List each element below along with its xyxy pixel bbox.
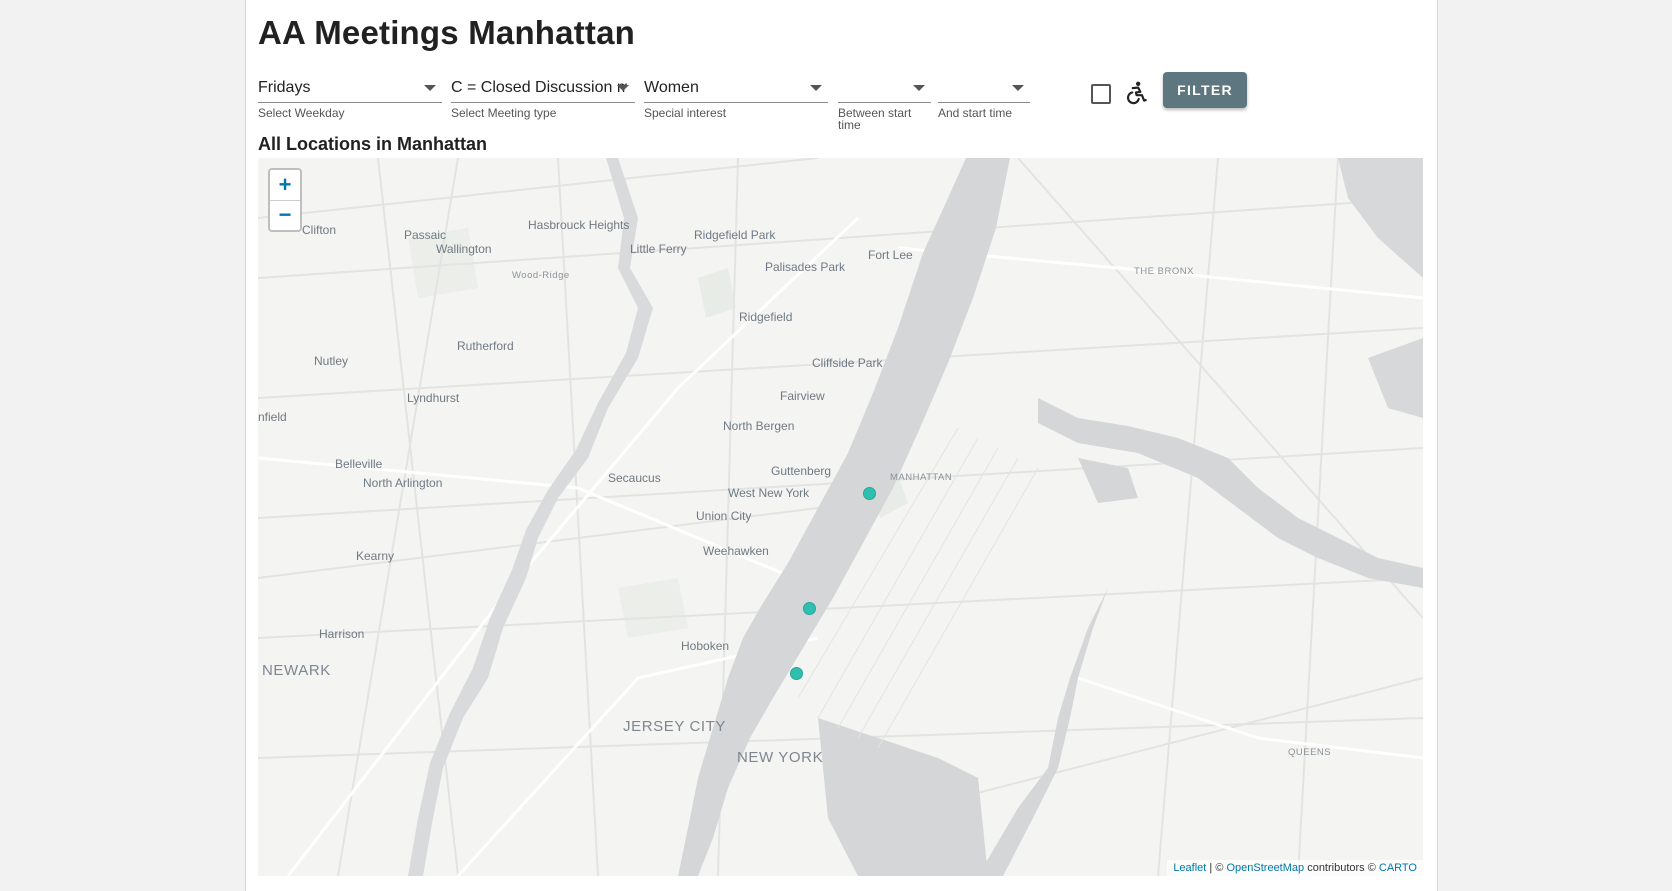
map-place-label: Guttenberg	[771, 464, 832, 478]
map-place-label: Ridgefield	[739, 310, 793, 324]
map-place-label: Rutherford	[457, 339, 514, 353]
wheelchair-icon	[1126, 81, 1147, 105]
map-place-label: Little Ferry	[630, 242, 687, 256]
map-marker[interactable]	[803, 602, 816, 615]
osm-link[interactable]: OpenStreetMap	[1226, 862, 1304, 874]
zoom-out-button[interactable]: −	[270, 200, 300, 229]
map-place-label: Wood-Ridge	[512, 270, 570, 281]
map-place-label: Union City	[696, 509, 752, 523]
map-place-label: Nutley	[314, 354, 349, 368]
leaflet-link[interactable]: Leaflet	[1173, 862, 1206, 874]
filter-button[interactable]: FILTER	[1163, 72, 1247, 108]
map-place-label: Kearny	[356, 549, 395, 563]
map-place-label: QUEENS	[1288, 747, 1332, 758]
attribution-separator: | ©	[1206, 862, 1227, 874]
map-place-label: Weehawken	[703, 544, 769, 558]
start-time-to-select[interactable]: And start time	[938, 74, 1030, 119]
chevron-down-icon	[617, 85, 629, 91]
map-place-label: Secaucus	[608, 471, 661, 485]
map-place-label: Palisades Park	[765, 260, 846, 274]
weekday-value: Fridays	[258, 79, 311, 96]
map-place-label: North Bergen	[723, 419, 795, 433]
map-place-label: Fairview	[780, 389, 825, 403]
meeting-type-value: C = Closed Discussion meeting	[451, 79, 627, 96]
map-place-label: Harrison	[319, 627, 365, 641]
map-heading: All Locations in Manhattan	[258, 134, 488, 154]
meeting-type-select[interactable]: C = Closed Discussion meeting Select Mee…	[451, 74, 635, 119]
map-place-label: Belleville	[335, 457, 383, 471]
chevron-down-icon	[913, 85, 925, 91]
map[interactable]: + − Clifton Passaic Wallington Hasbrouck He…	[258, 158, 1423, 876]
start-time-from-select[interactable]: Between start time	[838, 74, 931, 131]
special-interest-value: Women	[644, 79, 699, 96]
start-time-to-label: And start time	[938, 106, 1013, 120]
zoom-in-button[interactable]: +	[270, 170, 300, 200]
attribution-contributors: contributors ©	[1304, 862, 1379, 874]
map-marker[interactable]	[863, 487, 876, 500]
map-place-label: nfield	[258, 410, 287, 424]
page-container: AA Meetings Manhattan Fridays Select Wee…	[245, 0, 1438, 891]
special-interest-label: Special interest	[644, 106, 727, 120]
map-place-label: Wallington	[436, 242, 492, 256]
weekday-select[interactable]: Fridays Select Weekday	[258, 74, 442, 119]
chevron-down-icon	[424, 85, 436, 91]
start-time-from-label: Between start time	[838, 106, 912, 132]
page-title: AA Meetings Manhattan	[258, 14, 635, 51]
map-marker[interactable]	[790, 667, 803, 680]
chevron-down-icon	[810, 85, 822, 91]
map-place-label: Fort Lee	[868, 248, 913, 262]
map-place-label: Passaic	[404, 228, 447, 242]
map-place-label: NEWARK	[262, 662, 331, 679]
map-place-label: West New York	[728, 486, 810, 500]
map-place-label: Ridgefield Park	[694, 228, 776, 242]
map-place-label: Hasbrouck Heights	[528, 218, 630, 232]
meeting-type-label: Select Meeting type	[451, 106, 557, 120]
map-place-label: Lyndhurst	[407, 391, 460, 405]
map-place-label: THE BRONX	[1134, 266, 1194, 277]
map-place-label: JERSEY CITY	[623, 718, 727, 735]
map-place-label: Cliffside Park	[812, 356, 883, 370]
map-place-label: MANHATTAN	[890, 472, 953, 483]
carto-link[interactable]: CARTO	[1379, 862, 1417, 874]
weekday-label: Select Weekday	[258, 106, 345, 120]
chevron-down-icon	[1012, 85, 1024, 91]
map-place-label: NEW YORK	[737, 749, 824, 766]
wheelchair-checkbox[interactable]	[1091, 84, 1111, 104]
zoom-control: + −	[268, 168, 302, 232]
special-interest-select[interactable]: Women Special interest	[644, 74, 828, 119]
map-attribution: Leaflet | © OpenStreetMap contributors ©…	[1167, 860, 1423, 876]
map-place-label: Hoboken	[681, 639, 730, 653]
map-place-label: Clifton	[302, 223, 337, 237]
map-place-label: North Arlington	[363, 476, 443, 490]
